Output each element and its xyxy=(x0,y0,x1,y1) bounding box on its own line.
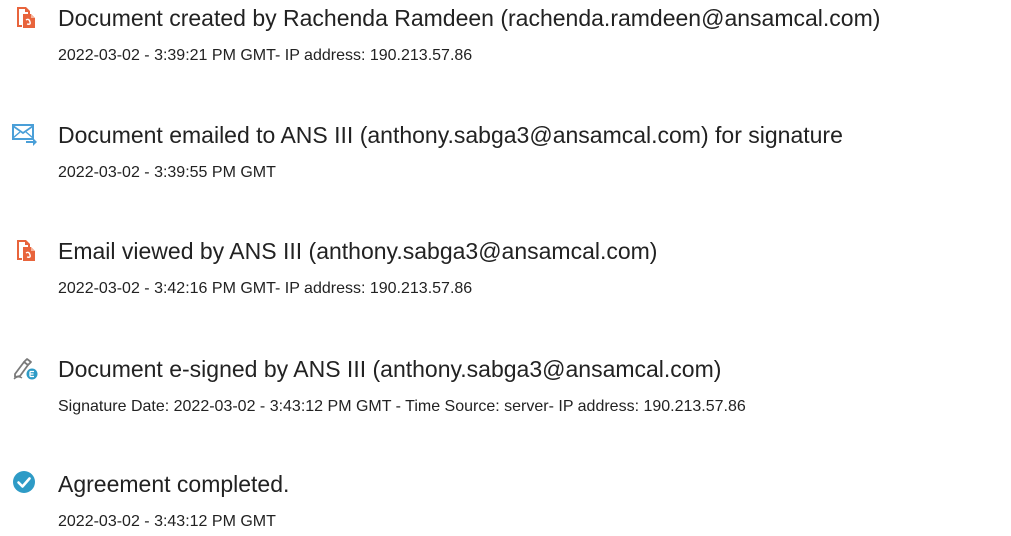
document-icon xyxy=(12,4,38,30)
document-icon xyxy=(12,237,38,263)
event-title: Email viewed by ANS III (anthony.sabga3@… xyxy=(58,238,658,264)
event-title: Agreement completed. xyxy=(58,471,290,497)
event-detail: 2022-03-02 - 3:43:12 PM GMT xyxy=(58,513,276,530)
event-detail: 2022-03-02 - 3:42:16 PM GMT- IP address:… xyxy=(58,280,473,297)
pen-sign-icon xyxy=(12,355,38,381)
event-title: Document e-signed by ANS III (anthony.sa… xyxy=(58,356,722,382)
event-title: Document created by Rachenda Ramdeen (ra… xyxy=(58,5,881,31)
checkmark-circle-icon xyxy=(12,470,38,496)
email-send-icon xyxy=(12,121,38,147)
event-detail: 2022-03-02 - 3:39:55 PM GMT xyxy=(58,164,276,181)
event-title: Document emailed to ANS III (anthony.sab… xyxy=(58,122,843,148)
event-detail: 2022-03-02 - 3:39:21 PM GMT- IP address:… xyxy=(58,47,473,64)
event-detail: Signature Date: 2022-03-02 - 3:43:12 PM … xyxy=(58,398,746,415)
